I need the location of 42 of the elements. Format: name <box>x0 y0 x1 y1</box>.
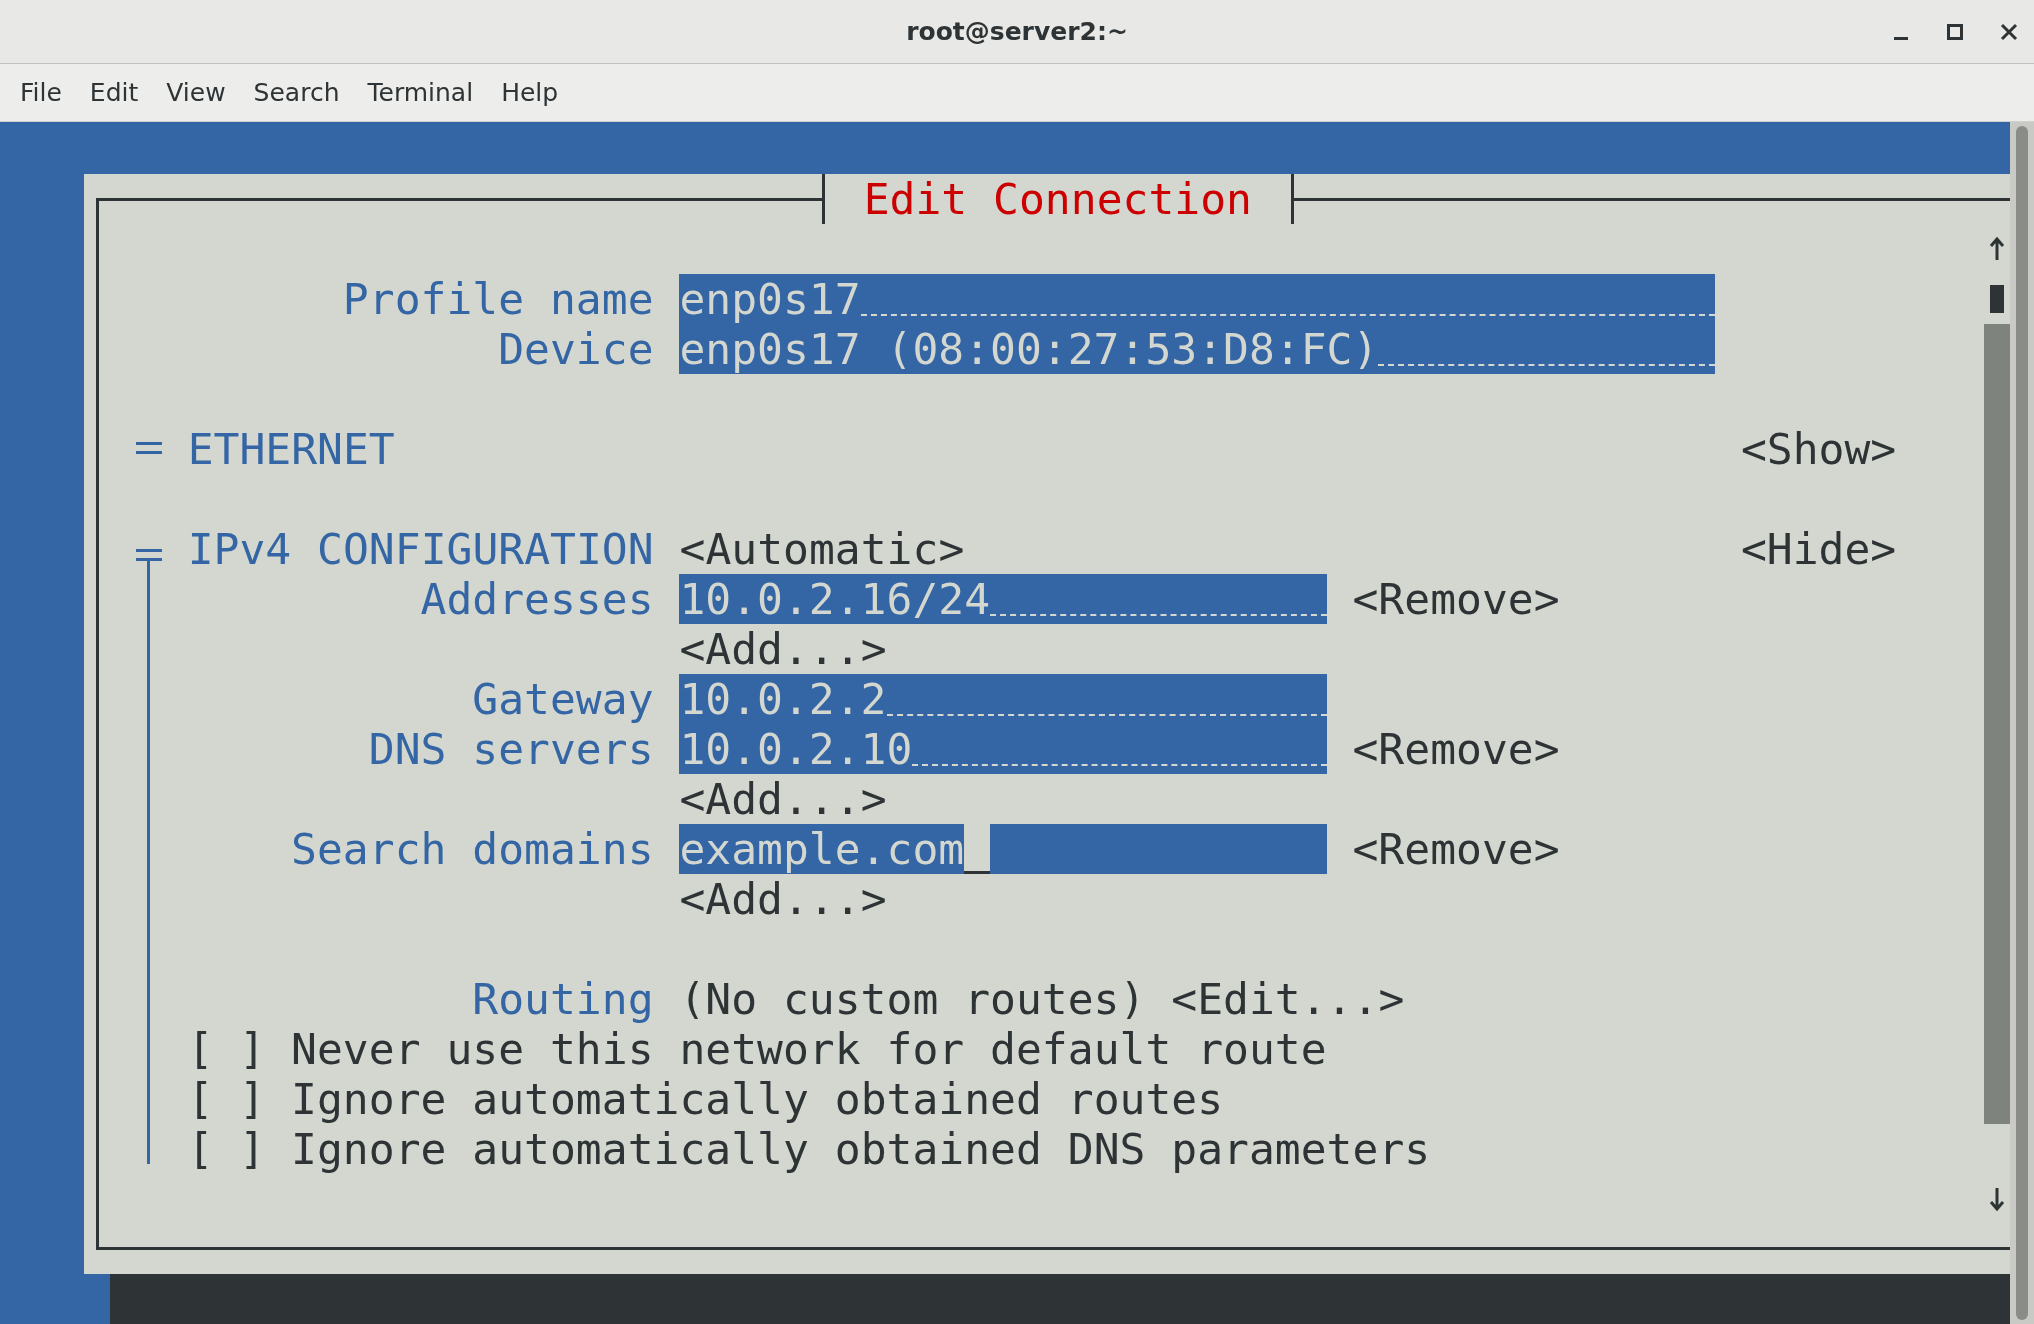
input-field[interactable]: 10.0.2.2 <box>679 674 1327 724</box>
window-title: root@server2:~ <box>906 15 1128 48</box>
checkbox[interactable]: [ ] <box>187 1077 266 1121</box>
section-title: ETHERNET <box>187 422 396 476</box>
field-label: Search domains <box>290 822 654 876</box>
menu-item[interactable]: Edit <box>77 73 151 112</box>
scroll-down-arrow-icon[interactable] <box>1989 1187 2005 1211</box>
toggle-button[interactable]: <Hide> <box>1740 527 1897 571</box>
field-label: DNS servers <box>367 723 654 776</box>
input-field[interactable]: 10.0.2.10 <box>679 724 1327 774</box>
field-label: Gateway <box>471 672 654 726</box>
menu-item[interactable]: Terminal <box>355 73 486 112</box>
input-field[interactable]: enp0s17 (08:00:27:53:D8:FC) <box>679 324 1715 374</box>
input-field[interactable]: 10.0.2.16/24 <box>679 574 1327 624</box>
window-scrollbar[interactable] <box>2010 122 2034 1324</box>
field-label: Routing <box>471 972 654 1026</box>
add-button[interactable]: <Add...> <box>679 777 887 821</box>
menu-item[interactable]: File <box>8 73 74 112</box>
input-field[interactable]: enp0s17 <box>679 274 1715 324</box>
menu-item[interactable]: Search <box>241 73 352 112</box>
input-field[interactable]: example.com <box>679 824 1327 874</box>
remove-button[interactable]: <Remove> <box>1352 727 1560 771</box>
scroll-up-arrow-icon[interactable] <box>1989 237 2005 261</box>
menu-item[interactable]: View <box>154 73 238 112</box>
add-button[interactable]: <Add...> <box>679 877 887 921</box>
scroll-thumb[interactable] <box>1990 285 2004 313</box>
close-icon[interactable] <box>2000 22 2018 41</box>
checkbox-label: Ignore automatically obtained DNS parameters <box>291 1123 1431 1176</box>
checkbox[interactable]: [ ] <box>187 1127 266 1171</box>
add-button[interactable]: <Add...> <box>679 627 887 671</box>
collapsed-marker-icon[interactable] <box>135 442 162 456</box>
routing-value: (No custom routes) <box>679 972 1146 1026</box>
edit-button[interactable]: <Edit...> <box>1171 977 1405 1021</box>
checkbox[interactable]: [ ] <box>187 1027 266 1071</box>
maximize-icon[interactable] <box>1946 22 1964 41</box>
toggle-button[interactable]: <Show> <box>1740 427 1897 471</box>
remove-button[interactable]: <Remove> <box>1352 577 1560 621</box>
expanded-marker-icon[interactable] <box>135 549 162 574</box>
mode-dropdown[interactable]: <Automatic> <box>679 527 965 571</box>
remove-button[interactable]: <Remove> <box>1352 827 1560 871</box>
dialog-title: Edit Connection <box>821 174 1294 224</box>
menu-item[interactable]: Help <box>489 73 571 112</box>
